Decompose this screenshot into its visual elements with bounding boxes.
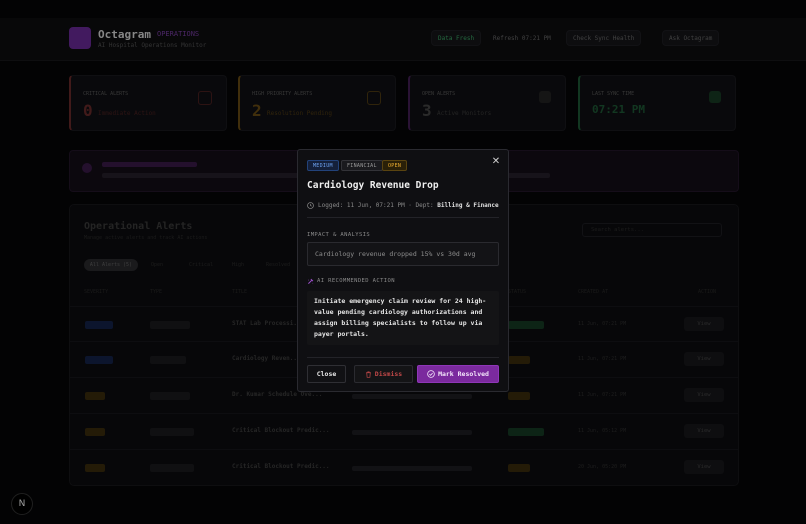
impact-label: IMPACT & ANALYSIS (307, 232, 371, 238)
trash-icon (365, 370, 371, 378)
close-icon[interactable]: ✕ (491, 157, 501, 167)
department: Billing & Finance (437, 202, 499, 209)
severity-tag: MEDIUM (307, 160, 339, 171)
close-button[interactable]: Close (307, 365, 346, 383)
dismiss-button-label: Dismiss (374, 370, 403, 378)
logged-meta: Logged: 11 Jun, 07:21 PM · Dept: Billing… (318, 202, 499, 209)
sparkle-icon (308, 278, 314, 284)
status-tag: OPEN (382, 160, 408, 171)
logged-text: Logged: 11 Jun, 07:21 PM · Dept: (318, 202, 434, 209)
dismiss-button[interactable]: Dismiss (354, 365, 413, 383)
mark-resolved-button[interactable]: Mark Resolved (417, 365, 499, 383)
clock-icon (307, 202, 314, 209)
mark-resolved-label: Mark Resolved (438, 370, 489, 378)
impact-text: Cardiology revenue dropped 15% vs 30d av… (307, 242, 499, 266)
divider (307, 217, 499, 218)
alert-detail-modal: MEDIUM FINANCIAL OPEN ✕ Cardiology Reven… (297, 149, 509, 392)
category-tag: FINANCIAL (341, 160, 383, 171)
ai-action-text: Initiate emergency claim review for 24 h… (307, 291, 499, 345)
check-circle-icon (427, 370, 435, 378)
divider (307, 357, 499, 358)
ai-action-label: AI RECOMMENDED ACTION (317, 278, 395, 284)
close-button-label: Close (316, 370, 337, 378)
modal-title: Cardiology Revenue Drop (307, 180, 439, 191)
